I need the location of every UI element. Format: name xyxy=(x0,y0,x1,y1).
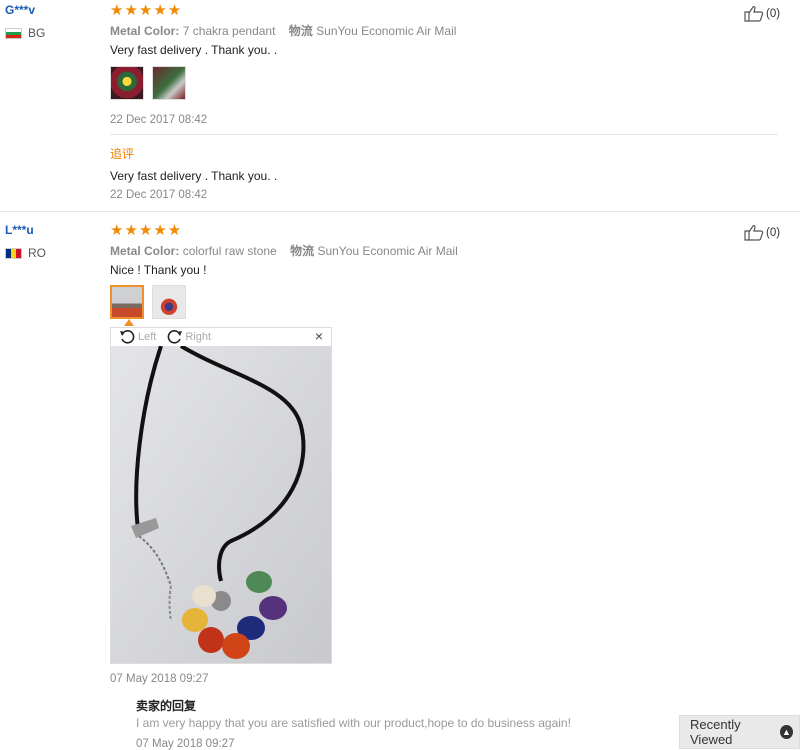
flag-icon xyxy=(5,247,22,259)
meta-label: Metal Color: xyxy=(110,244,180,258)
helpful-count: (0) xyxy=(766,226,781,239)
meta-value: colorful raw stone xyxy=(182,244,277,258)
close-icon[interactable]: × xyxy=(315,329,323,344)
review-text: Nice ! Thank you ! xyxy=(110,263,207,277)
star-rating: ★★★★★ xyxy=(110,2,183,19)
necklace-photo xyxy=(111,346,331,663)
recently-viewed-button[interactable]: Recently Viewed ▲ xyxy=(679,715,800,749)
reviewer-country: BG xyxy=(5,26,45,40)
seller-reply-title: 卖家的回复 xyxy=(136,699,197,713)
meta-value: SunYou Economic Air Mail xyxy=(317,244,458,258)
rotate-left-icon xyxy=(120,330,135,344)
chevron-up-icon: ▲ xyxy=(779,725,793,739)
reviewer-name: L***u xyxy=(5,223,34,237)
review-date: 07 May 2018 09:27 xyxy=(110,673,209,685)
rotate-right-icon xyxy=(168,330,183,344)
divider xyxy=(110,134,778,135)
helpful-button[interactable]: (0) xyxy=(744,5,780,22)
additional-review-label: 追评 xyxy=(110,147,135,161)
review-photo-thumbnail-selected[interactable] xyxy=(110,285,144,319)
review-photo-thumbnail[interactable] xyxy=(152,285,186,319)
star-rating: ★★★★★ xyxy=(110,222,183,239)
thumbs-up-icon xyxy=(744,5,764,22)
meta-value: SunYou Economic Air Mail xyxy=(316,24,457,38)
review-text: Very fast delivery . Thank you. . xyxy=(110,43,278,57)
rotate-left-button[interactable]: Left xyxy=(119,329,156,344)
review-meta: Metal Color: colorful raw stone 物流 SunYo… xyxy=(110,242,458,259)
recently-viewed-label: Recently Viewed xyxy=(690,717,741,747)
photo-viewer: Left Right × xyxy=(110,327,332,664)
rotate-right-label: Right xyxy=(185,330,212,343)
review-meta: Metal Color: 7 chakra pendant 物流 SunYou … xyxy=(110,22,456,39)
flag-icon xyxy=(5,27,22,39)
additional-review-date: 22 Dec 2017 08:42 xyxy=(110,189,208,201)
review-photos xyxy=(110,66,186,100)
reviewer-name: G***v xyxy=(5,3,36,17)
seller-reply-text: I am very happy that you are satisfied w… xyxy=(136,716,571,730)
meta-label: 物流 xyxy=(288,24,313,38)
country-code: BG xyxy=(28,26,46,40)
enlarged-review-photo xyxy=(111,346,331,663)
additional-review-text: Very fast delivery . Thank you. . xyxy=(110,169,278,183)
rotate-right-button[interactable]: Right xyxy=(166,329,211,344)
review-date: 22 Dec 2017 08:42 xyxy=(110,114,208,126)
thumbs-up-icon xyxy=(744,224,764,241)
meta-label: 物流 xyxy=(290,244,315,258)
review-photos xyxy=(110,285,186,319)
thumbnail-pointer xyxy=(124,319,134,326)
helpful-button[interactable]: (0) xyxy=(744,224,780,241)
reviewer-country: RO xyxy=(5,246,46,260)
rotate-left-label: Left xyxy=(138,330,157,343)
country-code: RO xyxy=(28,246,46,260)
review-photo-thumbnail[interactable] xyxy=(152,66,186,100)
review-divider xyxy=(0,211,800,212)
meta-label: Metal Color: xyxy=(110,24,180,38)
meta-value: 7 chakra pendant xyxy=(182,24,276,38)
photo-viewer-toolbar: Left Right × xyxy=(111,328,331,345)
review-photo-thumbnail[interactable] xyxy=(110,66,144,100)
helpful-count: (0) xyxy=(766,7,781,20)
seller-reply-date: 07 May 2018 09:27 xyxy=(136,738,235,750)
